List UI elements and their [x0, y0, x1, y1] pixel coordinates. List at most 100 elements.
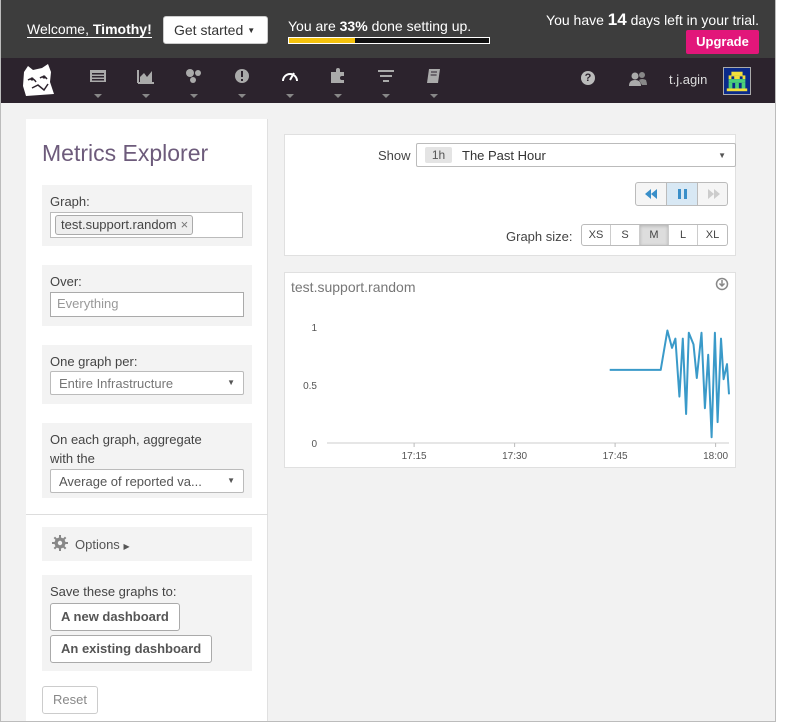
one-graph-per-select[interactable]: Entire Infrastructure ▼: [50, 371, 244, 395]
user-avatar[interactable]: [723, 67, 751, 95]
metrics-icon[interactable]: [137, 68, 157, 98]
size-l-button[interactable]: L: [669, 225, 698, 245]
aggregate-label-line1: On each graph, aggregate: [50, 432, 202, 447]
forward-button[interactable]: [698, 183, 727, 205]
rewind-button[interactable]: [636, 183, 667, 205]
app-window: Welcome, Timothy! Get started ▼ You are 3…: [0, 0, 776, 722]
show-label: Show: [378, 148, 411, 163]
metric-tag-label: test.support.random: [61, 217, 177, 232]
options-text: Options: [75, 537, 120, 552]
setup-prefix: You are: [288, 18, 336, 34]
series-line: [609, 329, 730, 439]
options-label: Options ▶: [75, 537, 130, 552]
upgrade-button[interactable]: Upgrade: [686, 30, 759, 54]
chevron-down-icon: [142, 94, 150, 98]
aggregate-select[interactable]: Average of reported va... ▼: [50, 469, 244, 493]
chevron-down-icon: [190, 94, 198, 98]
metric-tag[interactable]: test.support.random ×: [55, 215, 194, 235]
notebooks-icon[interactable]: [425, 68, 445, 98]
new-dashboard-button[interactable]: A new dashboard: [50, 603, 180, 631]
graph-plot-area[interactable]: 0 0.5 1 17:15 17:30 17:45 18:00: [285, 273, 737, 469]
aggregate-field-group: On each graph, aggregate with the Average…: [42, 423, 252, 498]
timeframe-select[interactable]: 1h The Past Hour ▼: [416, 143, 736, 167]
timeframe-badge: 1h: [425, 147, 452, 163]
chevron-down-icon: [334, 94, 342, 98]
welcome-message: Welcome, Timothy!: [27, 21, 152, 38]
trial-status: You have 14 days left in your trial.: [546, 10, 759, 30]
monitors-icon[interactable]: [233, 68, 253, 98]
pause-icon: [678, 189, 687, 199]
x-tick-label: 17:30: [502, 451, 527, 462]
get-started-label: Get started: [174, 22, 244, 38]
chevron-down-icon: ▼: [247, 26, 256, 35]
x-tick-label: 18:00: [703, 451, 728, 462]
size-xl-button[interactable]: XL: [698, 225, 727, 245]
chevron-down-icon: [94, 94, 102, 98]
metrics-query-panel: Metrics Explorer Graph: test.support.ran…: [26, 119, 268, 721]
panel-divider: [26, 514, 268, 515]
y-tick-label: 0.5: [303, 381, 317, 392]
one-graph-per-label: One graph per:: [50, 354, 138, 369]
help-icon[interactable]: ?: [581, 71, 595, 85]
x-tick-label: 17:15: [402, 451, 427, 462]
chevron-down-icon: [286, 94, 294, 98]
size-s-button[interactable]: S: [611, 225, 640, 245]
options-toggle[interactable]: Options ▶: [42, 527, 252, 561]
chevron-down-icon: ▼: [718, 151, 726, 160]
chevron-down-icon: [238, 94, 246, 98]
graph-size-selector: XS S M L XL: [581, 224, 728, 246]
trial-prefix: You have: [546, 12, 604, 28]
team-icon[interactable]: [628, 71, 648, 87]
size-xs-button[interactable]: XS: [582, 225, 611, 245]
chevron-down-icon: ▼: [227, 378, 235, 387]
save-label: Save these graphs to:: [50, 584, 177, 599]
aggregate-label-line2: with the: [50, 451, 95, 466]
graph-metric-input[interactable]: test.support.random ×: [50, 212, 243, 238]
setup-progress-bar: [288, 37, 490, 44]
dashboard-icon[interactable]: [89, 68, 109, 98]
graph-per-field-group: One graph per: Entire Infrastructure ▼: [42, 345, 252, 404]
size-m-button[interactable]: M: [640, 225, 669, 245]
one-graph-per-value: Entire Infrastructure: [59, 376, 174, 391]
timeframe-value: The Past Hour: [462, 148, 546, 163]
trial-days: 14: [607, 10, 627, 29]
logs-icon[interactable]: [377, 68, 397, 98]
welcome-prefix: Welcome,: [27, 21, 89, 37]
setup-percent: 33%: [339, 18, 368, 34]
metric-graph: test.support.random 0 0.5 1 17:15 17:30 17:45…: [284, 272, 736, 468]
playback-controls: [635, 182, 728, 206]
y-tick-label: 0: [311, 439, 317, 450]
welcome-user-name: Timothy!: [92, 21, 152, 37]
over-input[interactable]: Everything: [50, 292, 244, 317]
trial-suffix: days left in your trial.: [630, 12, 759, 28]
chevron-down-icon: [382, 94, 390, 98]
aggregate-label: On each graph, aggregate with the: [50, 430, 202, 468]
graph-label: Graph:: [50, 194, 90, 209]
page-title: Metrics Explorer: [42, 140, 209, 166]
close-icon[interactable]: ×: [181, 217, 189, 232]
fast-forward-icon: [708, 189, 720, 199]
rewind-icon: [645, 189, 657, 199]
apm-icon[interactable]: [281, 68, 301, 98]
graph-field-group: Graph: test.support.random ×: [42, 185, 252, 246]
over-label: Over:: [50, 274, 82, 289]
aggregate-value: Average of reported va...: [59, 474, 202, 489]
setup-progress-fill: [289, 38, 355, 43]
setup-suffix: done setting up.: [371, 18, 472, 34]
infrastructure-icon[interactable]: [185, 68, 205, 98]
existing-dashboard-button[interactable]: An existing dashboard: [50, 635, 213, 663]
trial-bar: Welcome, Timothy! Get started ▼ You are 3…: [1, 0, 775, 58]
save-graphs-group: Save these graphs to: A new dashboard An…: [42, 575, 252, 671]
username-label[interactable]: t.j.agin: [669, 72, 707, 87]
get-started-button[interactable]: Get started ▼: [163, 16, 268, 44]
datadog-logo-icon[interactable]: [18, 60, 58, 100]
chevron-down-icon: [430, 94, 438, 98]
reset-button[interactable]: Reset: [42, 686, 98, 714]
chevron-down-icon: ▼: [227, 476, 235, 485]
y-tick-label: 1: [311, 323, 317, 334]
main-nav: ? t.j.agin: [1, 58, 775, 103]
time-controls-panel: Show 1h The Past Hour ▼ Graph size: XS S…: [284, 134, 736, 256]
pause-button[interactable]: [667, 183, 698, 205]
integrations-icon[interactable]: [329, 68, 349, 98]
scrollbar[interactable]: [776, 0, 792, 722]
